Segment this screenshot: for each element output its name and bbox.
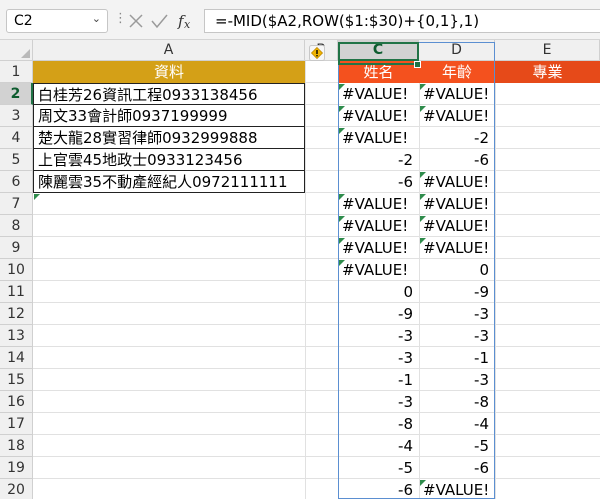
spill-range-border [338, 42, 495, 499]
select-all-button[interactable] [0, 40, 33, 61]
chevron-down-icon[interactable]: ⌄ [92, 12, 101, 25]
row-header[interactable]: 10 [0, 259, 33, 281]
gridline [33, 280, 600, 281]
row-header[interactable]: 11 [0, 281, 33, 303]
row-header[interactable]: 20 [0, 479, 33, 499]
cell-a5[interactable]: 上官雲45地政士0933123456 [33, 149, 305, 171]
row-header[interactable]: 16 [0, 391, 33, 413]
gridline [33, 390, 600, 391]
row-header[interactable]: 15 [0, 369, 33, 391]
row-header[interactable]: 7 [0, 193, 33, 215]
row-header[interactable]: 9 [0, 237, 33, 259]
cell-a2[interactable]: 白桂芳26資訊工程0933138456 [33, 83, 305, 105]
gridline [33, 258, 600, 259]
cancel-icon[interactable] [129, 14, 143, 28]
error-indicator [34, 194, 40, 200]
name-box[interactable]: C2 ⌄ [6, 9, 108, 33]
worksheet-grid[interactable]: A B C D E 123456789101112131415161718192… [0, 40, 600, 499]
gridline [33, 302, 600, 303]
column-header-e[interactable]: E [495, 40, 600, 61]
row-header[interactable]: 13 [0, 325, 33, 347]
row-header[interactable]: 18 [0, 435, 33, 457]
row-header[interactable]: 17 [0, 413, 33, 435]
gridline [33, 412, 600, 413]
gridline [33, 324, 600, 325]
svg-text:x: x [184, 18, 191, 31]
row-header[interactable]: 5 [0, 149, 33, 171]
gridline [33, 456, 600, 457]
gridline [33, 214, 600, 215]
row-header[interactable]: 4 [0, 127, 33, 149]
row-header[interactable]: 12 [0, 303, 33, 325]
cell-a6[interactable]: 陳麗雲35不動產經紀人0972111111 [33, 171, 305, 193]
formula-text: =-MID($A2,ROW($1:$30)+{0,1},1) [215, 12, 480, 30]
name-box-value: C2 [14, 13, 33, 29]
cell-e1[interactable]: 專業 [495, 61, 600, 83]
gridline [33, 346, 600, 347]
fill-handle[interactable] [414, 61, 421, 68]
formula-tools: f x [124, 9, 198, 33]
formula-bar: C2 ⌄ ⋮ f x =-MID($A2,ROW($1:$30)+{0,1},1… [0, 0, 600, 40]
warning-icon[interactable] [309, 45, 325, 61]
cell-a1[interactable]: 資料 [33, 61, 305, 83]
gridline [33, 434, 600, 435]
row-header[interactable]: 2 [0, 83, 33, 105]
row-header[interactable]: 14 [0, 347, 33, 369]
row-header[interactable]: 3 [0, 105, 33, 127]
row-header[interactable]: 19 [0, 457, 33, 479]
row-header[interactable]: 1 [0, 61, 33, 83]
gridline [33, 368, 600, 369]
gridline [33, 478, 600, 479]
gridline [33, 236, 600, 237]
enter-icon[interactable] [151, 14, 168, 29]
cell-a3[interactable]: 周文33會計師0937199999 [33, 105, 305, 127]
formula-input[interactable]: =-MID($A2,ROW($1:$30)+{0,1},1) [204, 9, 600, 33]
cell-a4[interactable]: 楚大龍28實習律師0932999888 [33, 127, 305, 149]
column-header-a[interactable]: A [33, 40, 305, 61]
function-icon[interactable]: f x [177, 12, 191, 31]
active-cell-border [338, 42, 419, 65]
row-header[interactable]: 8 [0, 215, 33, 237]
row-header[interactable]: 6 [0, 171, 33, 193]
